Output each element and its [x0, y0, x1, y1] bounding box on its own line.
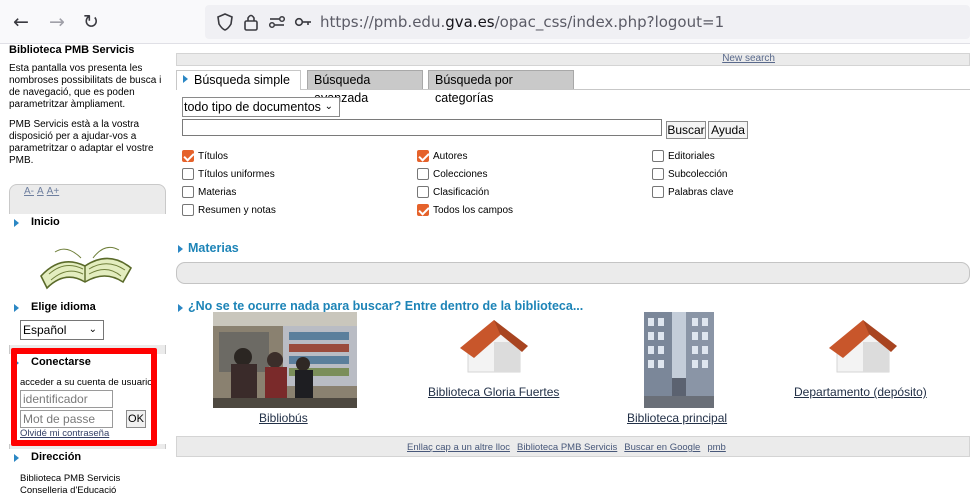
library-link-departamento[interactable]: Departamento (depósito) [794, 385, 927, 399]
checkbox-authors[interactable] [417, 150, 429, 162]
checkbox-authors-label: Autores [433, 151, 468, 162]
house-icon[interactable] [460, 318, 528, 374]
open-book-icon[interactable] [37, 236, 135, 292]
home-section: Inicio [9, 214, 166, 301]
checkbox-collections-label: Colecciones [433, 169, 488, 180]
checkbox-subjects-label: Materias [198, 187, 237, 198]
checkbox-keywords[interactable] [652, 186, 664, 198]
url-prefix: https://pmb.edu. [320, 13, 446, 31]
library-link-gloria-fuertes[interactable]: Biblioteca Gloria Fuertes [428, 385, 559, 399]
checkbox-uniform-titles-label: Títulos uniformes [198, 169, 275, 180]
site-title: Biblioteca PMB Servicis [9, 44, 135, 56]
url-bar[interactable]: https://pmb.edu.gva.es/opac_css/index.ph… [205, 5, 970, 39]
footer-links: Enllaç cap a un altre lloc Biblioteca PMB… [407, 442, 733, 453]
tab-divider [301, 89, 970, 90]
checkbox-abstract-label: Resumen y notas [198, 205, 276, 216]
back-arrow-icon[interactable]: ← [10, 11, 32, 33]
browser-toolbar: ← → ↻ https://pmb.edu.gva.es/opac_css/in… [0, 0, 970, 44]
language-value: Español [23, 323, 67, 337]
materias-panel [176, 262, 970, 284]
permissions-icon[interactable] [267, 12, 287, 32]
checkbox-uniform-titles[interactable] [182, 168, 194, 180]
checkbox-collections[interactable] [417, 168, 429, 180]
checkbox-publishers[interactable] [652, 150, 664, 162]
login-highlight-box [11, 348, 157, 446]
search-button[interactable]: Buscar [666, 121, 706, 139]
url-suffix: /opac_css/index.php?logout=1 [494, 13, 725, 31]
materias-title[interactable]: Materias [176, 241, 239, 255]
footer-link-google[interactable]: Buscar en Google [624, 442, 700, 453]
footer-bar: Enllaç cap a un altre lloc Biblioteca PMB… [176, 436, 970, 457]
language-title: Elige idioma [31, 301, 96, 313]
font-size-controls: A- A A+ [24, 186, 62, 197]
shield-icon[interactable] [215, 12, 235, 32]
url-text[interactable]: https://pmb.edu.gva.es/opac_css/index.ph… [320, 11, 724, 33]
chevron-down-icon: ⌄ [88, 324, 97, 335]
url-domain: gva.es [445, 13, 495, 31]
checkbox-titles-label: Títulos [198, 151, 229, 162]
footer-link-other-site[interactable]: Enllaç cap a un altre lloc [407, 442, 510, 453]
address-line-2: Conselleria d'Educació [20, 485, 117, 496]
library-link-principal[interactable]: Biblioteca principal [627, 411, 727, 425]
home-link[interactable]: Inicio [9, 216, 60, 228]
left-sidebar: Biblioteca PMB Servicis Esta pantalla vo… [0, 44, 170, 504]
new-search-link[interactable]: New search [722, 53, 775, 64]
top-bar: New search [176, 53, 970, 66]
checkbox-abstract[interactable] [182, 204, 194, 216]
address-title: Dirección [31, 451, 82, 463]
checkbox-subcollection-label: Subcolección [668, 169, 728, 180]
font-larger-link[interactable]: A+ [47, 186, 60, 197]
footer-link-library[interactable]: Biblioteca PMB Servicis [517, 442, 617, 453]
help-button[interactable]: Ayuda [708, 121, 748, 139]
checkbox-publishers-label: Editoriales [668, 151, 715, 162]
help-text: PMB Servicis està a la vostra disposició… [9, 119, 154, 166]
tab-simple-search-label: Búsqueda simple [194, 73, 290, 87]
house-icon[interactable] [829, 318, 897, 374]
tab-advanced-search[interactable]: Búsqueda avanzada [307, 70, 423, 105]
font-normal-link[interactable]: A [37, 186, 44, 197]
chevron-down-icon: ⌄ [324, 101, 333, 112]
font-smaller-link[interactable]: A- [24, 186, 34, 197]
tab-triangle-icon [183, 75, 188, 83]
language-select[interactable]: Español ⌄ [20, 320, 104, 340]
browse-title: ¿No se te ocurre nada para buscar? Entre… [188, 299, 584, 313]
biblioteca-principal-photo[interactable] [644, 312, 714, 408]
checkbox-titles[interactable] [182, 150, 194, 162]
tab-simple-search[interactable]: Búsqueda simple [176, 70, 301, 90]
key-icon[interactable] [293, 12, 313, 32]
footer-link-pmb[interactable]: pmb [707, 442, 725, 453]
checkbox-subjects[interactable] [182, 186, 194, 198]
checkbox-classification-label: Clasificación [433, 187, 490, 198]
reload-icon[interactable]: ↻ [80, 11, 102, 33]
forward-arrow-icon[interactable]: → [46, 11, 68, 33]
document-type-select[interactable]: todo tipo de documentos ⌄ [182, 97, 340, 117]
address-line-1: Biblioteca PMB Servicis [20, 473, 121, 484]
bibliobus-photo[interactable] [213, 312, 357, 408]
checkbox-all-fields[interactable] [417, 204, 429, 216]
library-link-bibliobus[interactable]: Bibliobús [259, 411, 308, 425]
intro-text: Esta pantalla vos presenta les nombroses… [9, 63, 162, 110]
lock-icon[interactable] [241, 12, 261, 32]
main-content: New search Búsqueda simple Búsqueda avan… [176, 44, 970, 504]
checkbox-all-fields-label: Todos los campos [433, 205, 514, 216]
document-type-value: todo tipo de documentos [184, 100, 321, 114]
checkbox-classification[interactable] [417, 186, 429, 198]
checkbox-keywords-label: Palabras clave [668, 187, 734, 198]
tab-category-search[interactable]: Búsqueda por categorías [428, 70, 574, 105]
search-input[interactable] [182, 119, 662, 136]
checkbox-subcollection[interactable] [652, 168, 664, 180]
